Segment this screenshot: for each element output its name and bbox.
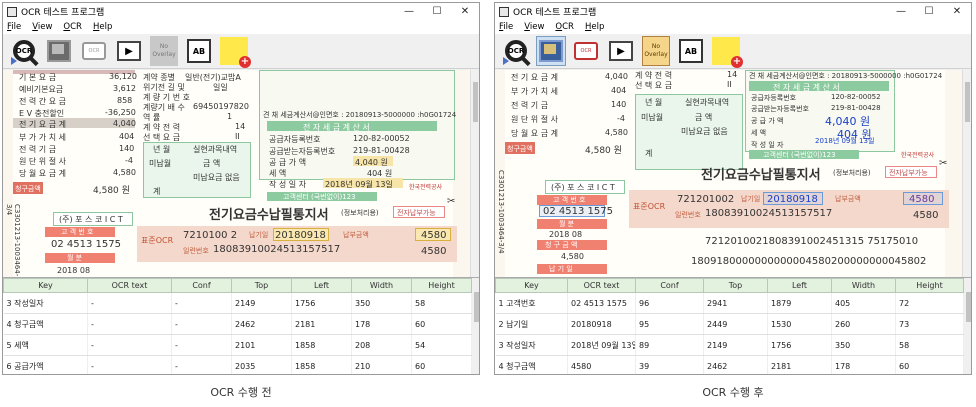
table-row[interactable]: 4 청구금액 4580 39 2462 2181 178 60 <box>495 355 964 374</box>
scissors-icon: ✂ <box>939 158 948 169</box>
document-view[interactable]: 기 본 요 금 36,120 예비기본요금 3,612 전 력 간 요 금 85… <box>3 70 472 277</box>
app-icon <box>499 6 509 17</box>
no-overlay-button[interactable]: No Overlay <box>149 36 179 66</box>
menu-view[interactable]: View <box>524 22 544 32</box>
caption-before: OCR 수행 전 <box>210 386 272 399</box>
run-ocr-button[interactable]: OCR <box>501 36 531 66</box>
no-overlay-button[interactable]: No Overlay <box>641 36 671 66</box>
ocr-overlay-button[interactable]: OCR <box>571 36 601 66</box>
col-width[interactable]: Width <box>351 278 412 293</box>
col-ocr-text[interactable]: OCR text <box>87 278 172 293</box>
col-ocr-text[interactable]: OCR text <box>567 278 636 293</box>
table-row[interactable]: 4 청구금액 - -2462 2181 178 60 <box>3 313 472 335</box>
vertical-scrollbar[interactable] <box>962 70 971 277</box>
pc-button[interactable]: AB <box>184 36 214 66</box>
add-note-button[interactable] <box>219 36 251 68</box>
add-note-button[interactable] <box>711 36 743 68</box>
ocr-result-grid: Key OCR text Conf Top Left Width Height … <box>3 277 479 374</box>
computer-icon: AB <box>679 39 703 63</box>
ocr-overlay-button[interactable]: OCR <box>79 36 109 66</box>
col-key[interactable]: Key <box>3 278 88 293</box>
table-row[interactable]: 3 작성일자 2018년 09월 13일 89 2149 1756 350 58 <box>495 334 964 356</box>
bill-image: 전 기 요 금 계 4,040 부 가 가 치 세 404 전 력 기 금 14… <box>497 70 949 277</box>
maximize-icon[interactable]: ☐ <box>423 3 451 20</box>
window-title: OCR 테스트 프로그램 <box>21 8 105 18</box>
grid-header: Key OCR text Conf Top Left Width Height <box>495 278 964 293</box>
close-icon[interactable]: ✕ <box>943 3 971 20</box>
computer-icon: AB <box>187 39 211 63</box>
col-conf[interactable]: Conf <box>171 278 232 293</box>
window-title: OCR 테스트 프로그램 <box>513 8 597 18</box>
video-button[interactable]: ▶ <box>606 36 636 66</box>
col-height[interactable]: Height <box>411 278 472 293</box>
menu-view[interactable]: View <box>32 22 52 32</box>
table-row[interactable]: 3 작성일자 - -2149 1756 350 58 <box>3 292 472 314</box>
image-frame-icon <box>47 40 71 62</box>
col-width[interactable]: Width <box>831 278 896 293</box>
close-icon[interactable]: ✕ <box>451 3 479 20</box>
col-top[interactable]: Top <box>231 278 292 293</box>
table-row[interactable]: 2 납기일 20180918 95 2449 1530 260 73 <box>495 313 964 335</box>
image-view-button[interactable] <box>44 36 74 66</box>
col-left[interactable]: Left <box>291 278 352 293</box>
maximize-icon[interactable]: ☐ <box>915 3 943 20</box>
play-icon <box>503 57 509 65</box>
grid-scrollbar[interactable] <box>472 278 479 374</box>
menu-help[interactable]: Help <box>93 22 112 32</box>
app-icon <box>7 6 17 17</box>
play-icon <box>11 57 17 65</box>
window-after-ocr: OCR 테스트 프로그램 — ☐ ✕ File View OCR Help OC… <box>494 2 972 375</box>
minimize-icon[interactable]: — <box>887 3 915 20</box>
document-view[interactable]: 전 기 요 금 계 4,040 부 가 가 치 세 404 전 력 기 금 14… <box>495 70 964 277</box>
caption-after: OCR 수행 후 <box>702 386 764 399</box>
vertical-scrollbar[interactable] <box>470 70 479 277</box>
menu-file[interactable]: File <box>499 22 513 32</box>
menu-bar: File View OCR Help <box>495 20 971 34</box>
minimize-icon[interactable]: — <box>395 3 423 20</box>
col-key[interactable]: Key <box>495 278 568 293</box>
table-row[interactable]: 1 고객번호 02 4513 1575 96 2941 1879 405 72 <box>495 292 964 314</box>
menu-ocr[interactable]: OCR <box>555 22 574 32</box>
row-label: 기 본 요 금 <box>19 73 57 82</box>
no-overlay-icon: No Overlay <box>642 36 670 66</box>
grid-scrollbar[interactable] <box>964 278 971 374</box>
col-height[interactable]: Height <box>895 278 964 293</box>
table-row[interactable]: 5 세액 - -2101 1858 208 54 <box>3 334 472 356</box>
film-icon: ▶ <box>609 41 633 61</box>
table-row[interactable]: 6 공급가액 - -2035 1858 210 60 <box>3 355 472 374</box>
grid-header: Key OCR text Conf Top Left Width Height <box>3 278 472 293</box>
speech-bubble-icon: OCR <box>574 42 598 60</box>
film-icon: ▶ <box>117 41 141 61</box>
menu-bar: File View OCR Help <box>3 20 479 34</box>
scissors-icon: ✂ <box>447 196 456 207</box>
image-view-button[interactable] <box>536 36 566 66</box>
video-button[interactable]: ▶ <box>114 36 144 66</box>
menu-help[interactable]: Help <box>585 22 604 32</box>
pc-button[interactable]: AB <box>676 36 706 66</box>
sticky-note-add-icon <box>712 37 743 68</box>
no-overlay-icon: No Overlay <box>150 36 178 66</box>
col-conf[interactable]: Conf <box>635 278 704 293</box>
image-frame-icon <box>539 40 563 62</box>
bill-image: 기 본 요 금 36,120 예비기본요금 3,612 전 력 간 요 금 85… <box>5 70 457 277</box>
menu-file[interactable]: File <box>7 22 21 32</box>
col-top[interactable]: Top <box>703 278 768 293</box>
ocr-result-grid: Key OCR text Conf Top Left Width Height … <box>495 277 971 374</box>
col-left[interactable]: Left <box>767 278 832 293</box>
title-bar: OCR 테스트 프로그램 — ☐ ✕ <box>495 3 971 20</box>
toolbar: OCR OCR ▶ No Overlay AB <box>3 34 479 69</box>
window-before-ocr: OCR 테스트 프로그램 — ☐ ✕ File View OCR Help OC… <box>2 2 480 375</box>
title-bar: OCR 테스트 프로그램 — ☐ ✕ <box>3 3 479 20</box>
toolbar: OCR OCR ▶ No Overlay AB <box>495 34 971 69</box>
speech-bubble-icon: OCR <box>82 42 106 60</box>
run-ocr-button[interactable]: OCR <box>9 36 39 66</box>
menu-ocr[interactable]: OCR <box>63 22 82 32</box>
sticky-note-add-icon <box>220 37 251 68</box>
